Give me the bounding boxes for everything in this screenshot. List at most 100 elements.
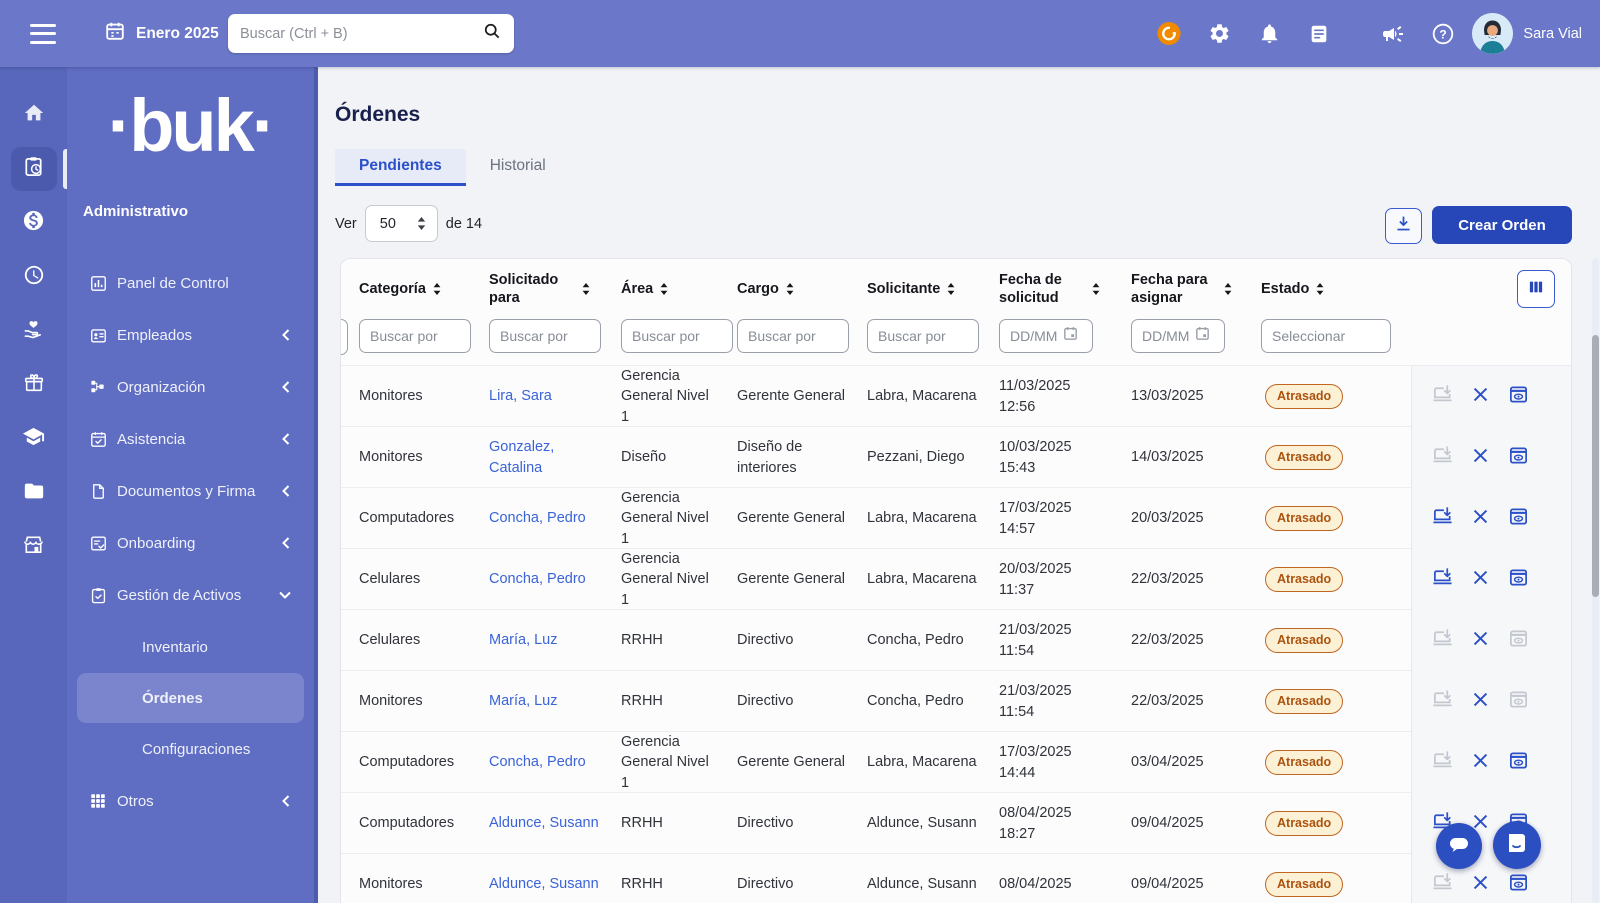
cell-solicitado-para[interactable]: Aldunce, Susann bbox=[479, 874, 611, 894]
search-icon[interactable] bbox=[482, 21, 502, 46]
employee-link[interactable]: Concha, Pedro bbox=[489, 569, 586, 589]
rail-item-remunerations[interactable] bbox=[11, 201, 57, 245]
cancel-order-button[interactable] bbox=[1472, 752, 1489, 774]
sort-icon[interactable] bbox=[1223, 282, 1233, 296]
sidebar-item-onboarding[interactable]: Onboarding bbox=[67, 517, 314, 569]
rail-item-time[interactable] bbox=[11, 255, 57, 299]
employee-link[interactable]: Lira, Sara bbox=[489, 386, 552, 406]
sidebar-item-asistencia[interactable]: Asistencia bbox=[67, 413, 314, 465]
column-header-cargo[interactable]: Cargo bbox=[727, 280, 857, 298]
cancel-order-button[interactable] bbox=[1472, 691, 1489, 713]
rail-item-files[interactable] bbox=[11, 471, 57, 515]
search-input[interactable] bbox=[240, 26, 482, 42]
view-order-button[interactable] bbox=[1508, 872, 1529, 898]
sort-icon[interactable] bbox=[432, 282, 442, 296]
notes-icon[interactable] bbox=[1306, 21, 1332, 47]
sort-icon[interactable] bbox=[659, 282, 669, 296]
sidebar-item-organizacion[interactable]: Organización bbox=[67, 361, 314, 413]
filter-fecha-asignar-input[interactable] bbox=[1131, 319, 1225, 353]
cell-solicitado-para[interactable]: María, Luz bbox=[479, 691, 611, 711]
period-selector[interactable]: Enero 2025 bbox=[104, 20, 219, 47]
filter-area-input[interactable] bbox=[621, 319, 733, 353]
rail-item-education[interactable] bbox=[11, 417, 57, 461]
sort-icon[interactable] bbox=[946, 282, 956, 296]
column-settings-button[interactable] bbox=[1517, 270, 1555, 308]
view-order-button[interactable] bbox=[1508, 750, 1529, 776]
sidebar-item-configuraciones[interactable]: Configuraciones bbox=[67, 723, 314, 775]
column-header-solicitante[interactable]: Solicitante bbox=[857, 280, 989, 298]
sidebar-item-gestion-de-activos[interactable]: Gestión de Activos bbox=[67, 569, 314, 621]
cancel-order-button[interactable] bbox=[1472, 447, 1489, 469]
tab-pendientes[interactable]: Pendientes bbox=[335, 149, 466, 186]
view-order-button[interactable] bbox=[1508, 567, 1529, 593]
filter-categoria-input[interactable] bbox=[359, 319, 471, 353]
column-header-fecha-asignar[interactable]: Fecha para asignar bbox=[1121, 271, 1251, 307]
filter-solicitado-input[interactable] bbox=[489, 319, 601, 353]
user-name[interactable]: Sara Vial bbox=[1523, 26, 1582, 42]
filter-cargo-input[interactable] bbox=[737, 319, 849, 353]
rail-item-gifts[interactable] bbox=[11, 363, 57, 407]
feedback-chat-button[interactable] bbox=[1436, 823, 1482, 869]
view-order-button[interactable] bbox=[1508, 445, 1529, 471]
filter-estado-select[interactable]: Seleccionar bbox=[1261, 319, 1391, 353]
calendar-icon[interactable] bbox=[1062, 325, 1079, 347]
rail-item-asset-management[interactable] bbox=[11, 147, 57, 191]
rail-item-company[interactable] bbox=[11, 525, 57, 569]
cell-solicitado-para[interactable]: Concha, Pedro bbox=[479, 569, 611, 589]
employee-link[interactable]: Aldunce, Susann bbox=[489, 813, 599, 833]
cell-solicitado-para[interactable]: María, Luz bbox=[479, 630, 611, 650]
column-header-estado[interactable]: Estado bbox=[1251, 280, 1411, 298]
cell-solicitado-para[interactable]: Concha, Pedro bbox=[479, 752, 611, 772]
employee-link[interactable]: Concha, Pedro bbox=[489, 752, 586, 772]
sidebar-item-ordenes[interactable]: Órdenes bbox=[77, 673, 304, 723]
cell-solicitado-para[interactable]: Lira, Sara bbox=[479, 386, 611, 406]
cancel-order-button[interactable] bbox=[1472, 508, 1489, 530]
help-icon[interactable]: ? bbox=[1430, 21, 1456, 47]
gear-icon[interactable] bbox=[1206, 21, 1232, 47]
cell-solicitado-para[interactable]: Concha, Pedro bbox=[479, 508, 611, 528]
assistant-icon[interactable] bbox=[1156, 21, 1182, 47]
employee-link[interactable]: Gonzalez, Catalina bbox=[489, 437, 601, 478]
sidebar-item-panel-de-control[interactable]: Panel de Control bbox=[67, 257, 314, 309]
sort-icon[interactable] bbox=[1315, 282, 1325, 296]
sidebar-item-documentos-y-firma[interactable]: Documentos y Firma bbox=[67, 465, 314, 517]
tab-historial[interactable]: Historial bbox=[466, 149, 570, 186]
page-size-select[interactable]: 50 bbox=[365, 205, 438, 242]
sidebar-item-inventario[interactable]: Inventario bbox=[67, 621, 314, 673]
cell-solicitado-para[interactable]: Gonzalez, Catalina bbox=[479, 437, 611, 478]
employee-link[interactable]: María, Luz bbox=[489, 630, 558, 650]
sort-icon[interactable] bbox=[1091, 282, 1101, 296]
filter-solicitante-input[interactable] bbox=[867, 319, 979, 353]
assign-device-button[interactable] bbox=[1432, 506, 1453, 532]
column-header-solicitado-para[interactable]: Solicitado para bbox=[479, 271, 611, 307]
employee-link[interactable]: Aldunce, Susann bbox=[489, 874, 599, 894]
cancel-order-button[interactable] bbox=[1472, 386, 1489, 408]
megaphone-icon[interactable] bbox=[1380, 21, 1406, 47]
view-order-button[interactable] bbox=[1508, 384, 1529, 410]
sidebar-item-empleados[interactable]: Empleados bbox=[67, 309, 314, 361]
filter-fecha-solicitud-input[interactable] bbox=[999, 319, 1093, 353]
hamburger-menu-icon[interactable] bbox=[30, 24, 56, 44]
sidebar-item-otros[interactable]: Otros bbox=[67, 775, 314, 827]
employee-link[interactable]: Concha, Pedro bbox=[489, 508, 586, 528]
create-order-button[interactable]: Crear Orden bbox=[1432, 206, 1572, 244]
export-button[interactable] bbox=[1385, 208, 1422, 244]
support-chat-button[interactable] bbox=[1493, 821, 1541, 869]
assign-device-button[interactable] bbox=[1432, 567, 1453, 593]
cancel-order-button[interactable] bbox=[1472, 874, 1489, 896]
sort-icon[interactable] bbox=[785, 282, 795, 296]
cell-solicitado-para[interactable]: Aldunce, Susann bbox=[479, 813, 611, 833]
employee-link[interactable]: María, Luz bbox=[489, 691, 558, 711]
rail-item-benefits[interactable] bbox=[11, 309, 57, 353]
view-order-button[interactable] bbox=[1508, 506, 1529, 532]
cancel-order-button[interactable] bbox=[1472, 569, 1489, 591]
cancel-order-button[interactable] bbox=[1472, 630, 1489, 652]
bell-icon[interactable] bbox=[1256, 21, 1282, 47]
column-header-area[interactable]: Área bbox=[611, 280, 727, 298]
column-header-categoria[interactable]: Categoría bbox=[349, 280, 479, 298]
column-header-fecha-solicitud[interactable]: Fecha de solicitud bbox=[989, 271, 1121, 307]
scrollbar-thumb[interactable] bbox=[1592, 335, 1599, 597]
rail-item-home[interactable] bbox=[11, 93, 57, 137]
avatar[interactable] bbox=[1472, 13, 1513, 54]
sort-icon[interactable] bbox=[581, 282, 591, 296]
